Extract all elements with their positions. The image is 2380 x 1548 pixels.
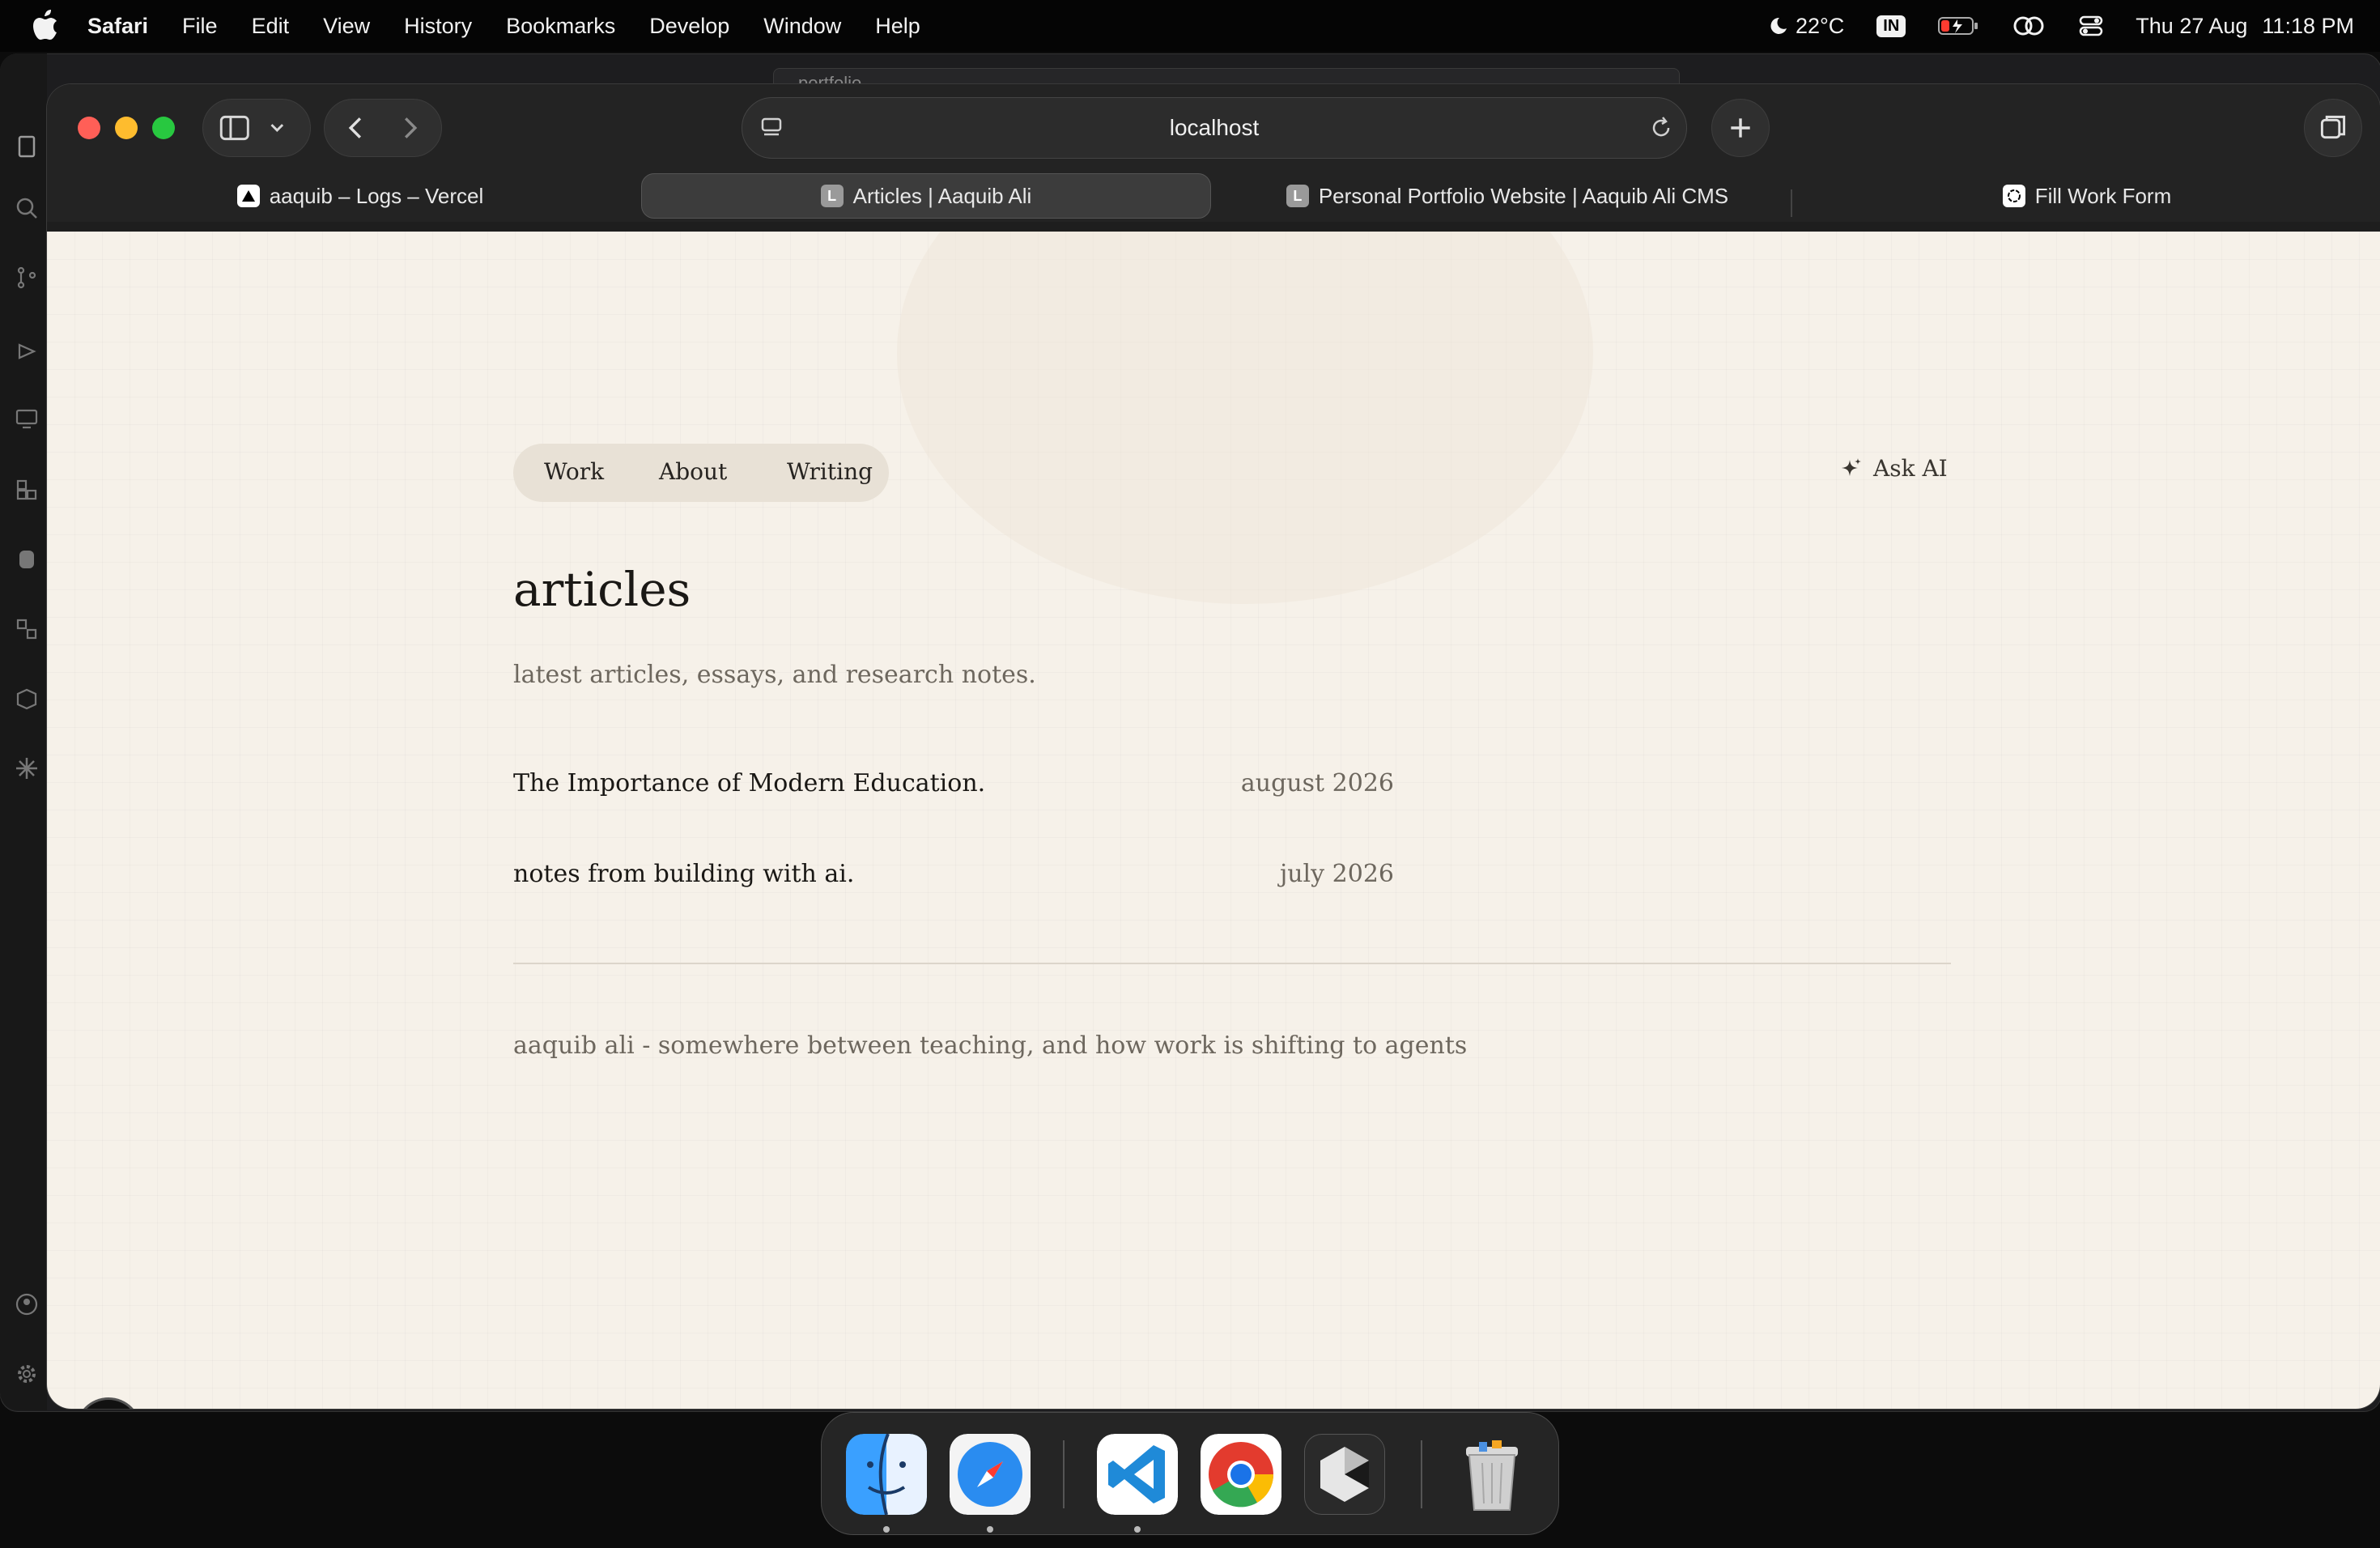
safari-icon[interactable] — [950, 1434, 1031, 1515]
sidebar-icon — [219, 115, 284, 141]
address-bar[interactable]: localhost — [742, 97, 1687, 159]
clock-time: 11:18 PM — [2262, 13, 2354, 38]
chatgpt-icon — [2002, 185, 2025, 207]
ai-sparkle-icon[interactable] — [15, 756, 39, 780]
vscode-icon[interactable] — [1097, 1434, 1178, 1515]
dock-separator — [1421, 1440, 1422, 1508]
tab-fill-work-form[interactable]: Fill Work Form — [1804, 173, 2370, 219]
containers-icon[interactable] — [15, 687, 39, 711]
input-source-badge[interactable]: IN — [1876, 15, 1906, 37]
site-nav: Work About Writing — [513, 444, 889, 502]
menu-file[interactable]: File — [182, 14, 218, 39]
status-area: 22°C IN Thu 27 Aug 11:18 PM — [1768, 0, 2354, 52]
ask-ai-button[interactable]: Ask AI — [1839, 455, 1948, 482]
nav-link-writing[interactable]: Writing — [787, 458, 873, 485]
tab-separator — [1791, 189, 1792, 217]
tab-portfolio-cms[interactable]: L Personal Portfolio Website | Aaquib Al… — [1218, 173, 1797, 219]
cursor-icon[interactable] — [1304, 1434, 1385, 1515]
extensions-icon[interactable] — [15, 478, 39, 502]
tab-label: Articles | Aaquib Ali — [852, 183, 1032, 208]
reload-icon[interactable] — [1647, 114, 1675, 142]
web-page: Work About Writing Ask AI articles lates… — [47, 232, 2380, 1409]
menu-view[interactable]: View — [323, 14, 370, 39]
l-favicon-icon: L — [1286, 185, 1309, 207]
tab-articles[interactable]: L Articles | Aaquib Ali — [641, 173, 1211, 219]
menu-history[interactable]: History — [404, 14, 472, 39]
testing-icon[interactable] — [15, 617, 39, 641]
accounts-icon[interactable] — [15, 1292, 39, 1316]
menu-bar: Safari File Edit View History Bookmarks … — [0, 0, 2380, 52]
sparkle-icon — [1842, 457, 1861, 476]
safari-window: localhost aaquib – Logs – Vercel L Artic… — [47, 84, 2380, 1409]
l-favicon-icon: L — [820, 185, 844, 207]
tab-label: Personal Portfolio Website | Aaquib Ali … — [1318, 183, 1729, 208]
safari-toolbar: localhost — [47, 84, 2380, 170]
ask-ai-label: Ask AI — [1873, 455, 1948, 482]
temperature-label: 22°C — [1795, 13, 1845, 38]
background-glow — [897, 232, 1593, 604]
tab-overview-icon — [2320, 115, 2346, 139]
source-control-icon[interactable] — [15, 266, 39, 290]
menu-help[interactable]: Help — [875, 14, 920, 39]
clock-date: Thu 27 Aug — [2136, 13, 2248, 38]
nextjs-devtools-button[interactable]: N — [78, 1400, 139, 1409]
article-item[interactable]: notes from building with ai. july 2026 — [513, 860, 1394, 900]
article-date: august 2026 — [1240, 769, 1394, 797]
running-indicator — [1134, 1526, 1141, 1533]
article-date: july 2026 — [1279, 860, 1394, 888]
menu-window[interactable]: Window — [763, 14, 841, 39]
nav-link-about[interactable]: About — [659, 458, 727, 485]
menu-bookmarks[interactable]: Bookmarks — [506, 14, 615, 39]
url-text: localhost — [1169, 115, 1260, 140]
tab-vercel-logs[interactable]: aaquib – Logs – Vercel — [58, 173, 662, 219]
search-icon[interactable] — [15, 196, 39, 220]
new-tab-button[interactable] — [1711, 99, 1770, 157]
apple-icon[interactable] — [31, 10, 58, 42]
clock[interactable]: Thu 27 Aug 11:18 PM — [2136, 14, 2354, 39]
python-icon[interactable] — [15, 547, 39, 572]
nav-link-work[interactable]: Work — [544, 458, 604, 485]
battery-charging-icon[interactable] — [1938, 15, 1978, 36]
forward-button[interactable] — [385, 100, 443, 158]
control-center-icon[interactable] — [2079, 14, 2103, 38]
screen-mirroring-icon[interactable] — [2011, 14, 2046, 38]
article-item[interactable]: The Importance of Modern Education. augu… — [513, 769, 1394, 810]
zoom-window-button[interactable] — [152, 117, 175, 139]
footer-text: aaquib ali - somewhere between teaching,… — [513, 1031, 1468, 1060]
menu-app-name[interactable]: Safari — [87, 14, 148, 39]
page-subtitle: latest articles, essays, and research no… — [513, 661, 1036, 689]
tab-label: aaquib – Logs – Vercel — [269, 183, 484, 208]
sidebar-toggle-button[interactable] — [202, 99, 311, 157]
debug-icon[interactable] — [15, 337, 39, 361]
tab-bar: aaquib – Logs – Vercel L Articles | Aaqu… — [47, 170, 2380, 222]
page-menu-icon[interactable] — [759, 114, 784, 140]
editor-activity-bar — [0, 53, 47, 1410]
page-title: articles — [513, 562, 691, 617]
running-indicator — [883, 1526, 890, 1533]
tab-label: Fill Work Form — [2034, 183, 2172, 208]
article-title[interactable]: notes from building with ai. — [513, 860, 854, 888]
finder-icon[interactable] — [846, 1434, 927, 1515]
article-title[interactable]: The Importance of Modern Education. — [513, 769, 985, 797]
trash-icon[interactable] — [1451, 1434, 1532, 1515]
menu-develop[interactable]: Develop — [649, 14, 729, 39]
chrome-icon[interactable] — [1201, 1434, 1281, 1515]
running-indicator — [987, 1526, 993, 1533]
plus-icon — [1731, 118, 1750, 138]
dock — [821, 1412, 1559, 1535]
weather-status[interactable]: 22°C — [1768, 14, 1844, 39]
back-button[interactable] — [325, 100, 383, 158]
close-window-button[interactable] — [78, 117, 100, 139]
history-navigation — [324, 99, 442, 157]
explorer-icon[interactable] — [15, 134, 39, 159]
footer-divider — [513, 963, 1951, 964]
dock-separator — [1063, 1440, 1065, 1508]
menu-edit[interactable]: Edit — [252, 14, 290, 39]
minimize-window-button[interactable] — [115, 117, 138, 139]
moon-cloud-icon — [1770, 17, 1787, 34]
tab-overview-button[interactable] — [2304, 99, 2362, 157]
remote-explorer-icon[interactable] — [15, 406, 39, 431]
vercel-icon — [236, 185, 260, 207]
settings-gear-icon[interactable] — [15, 1362, 39, 1386]
